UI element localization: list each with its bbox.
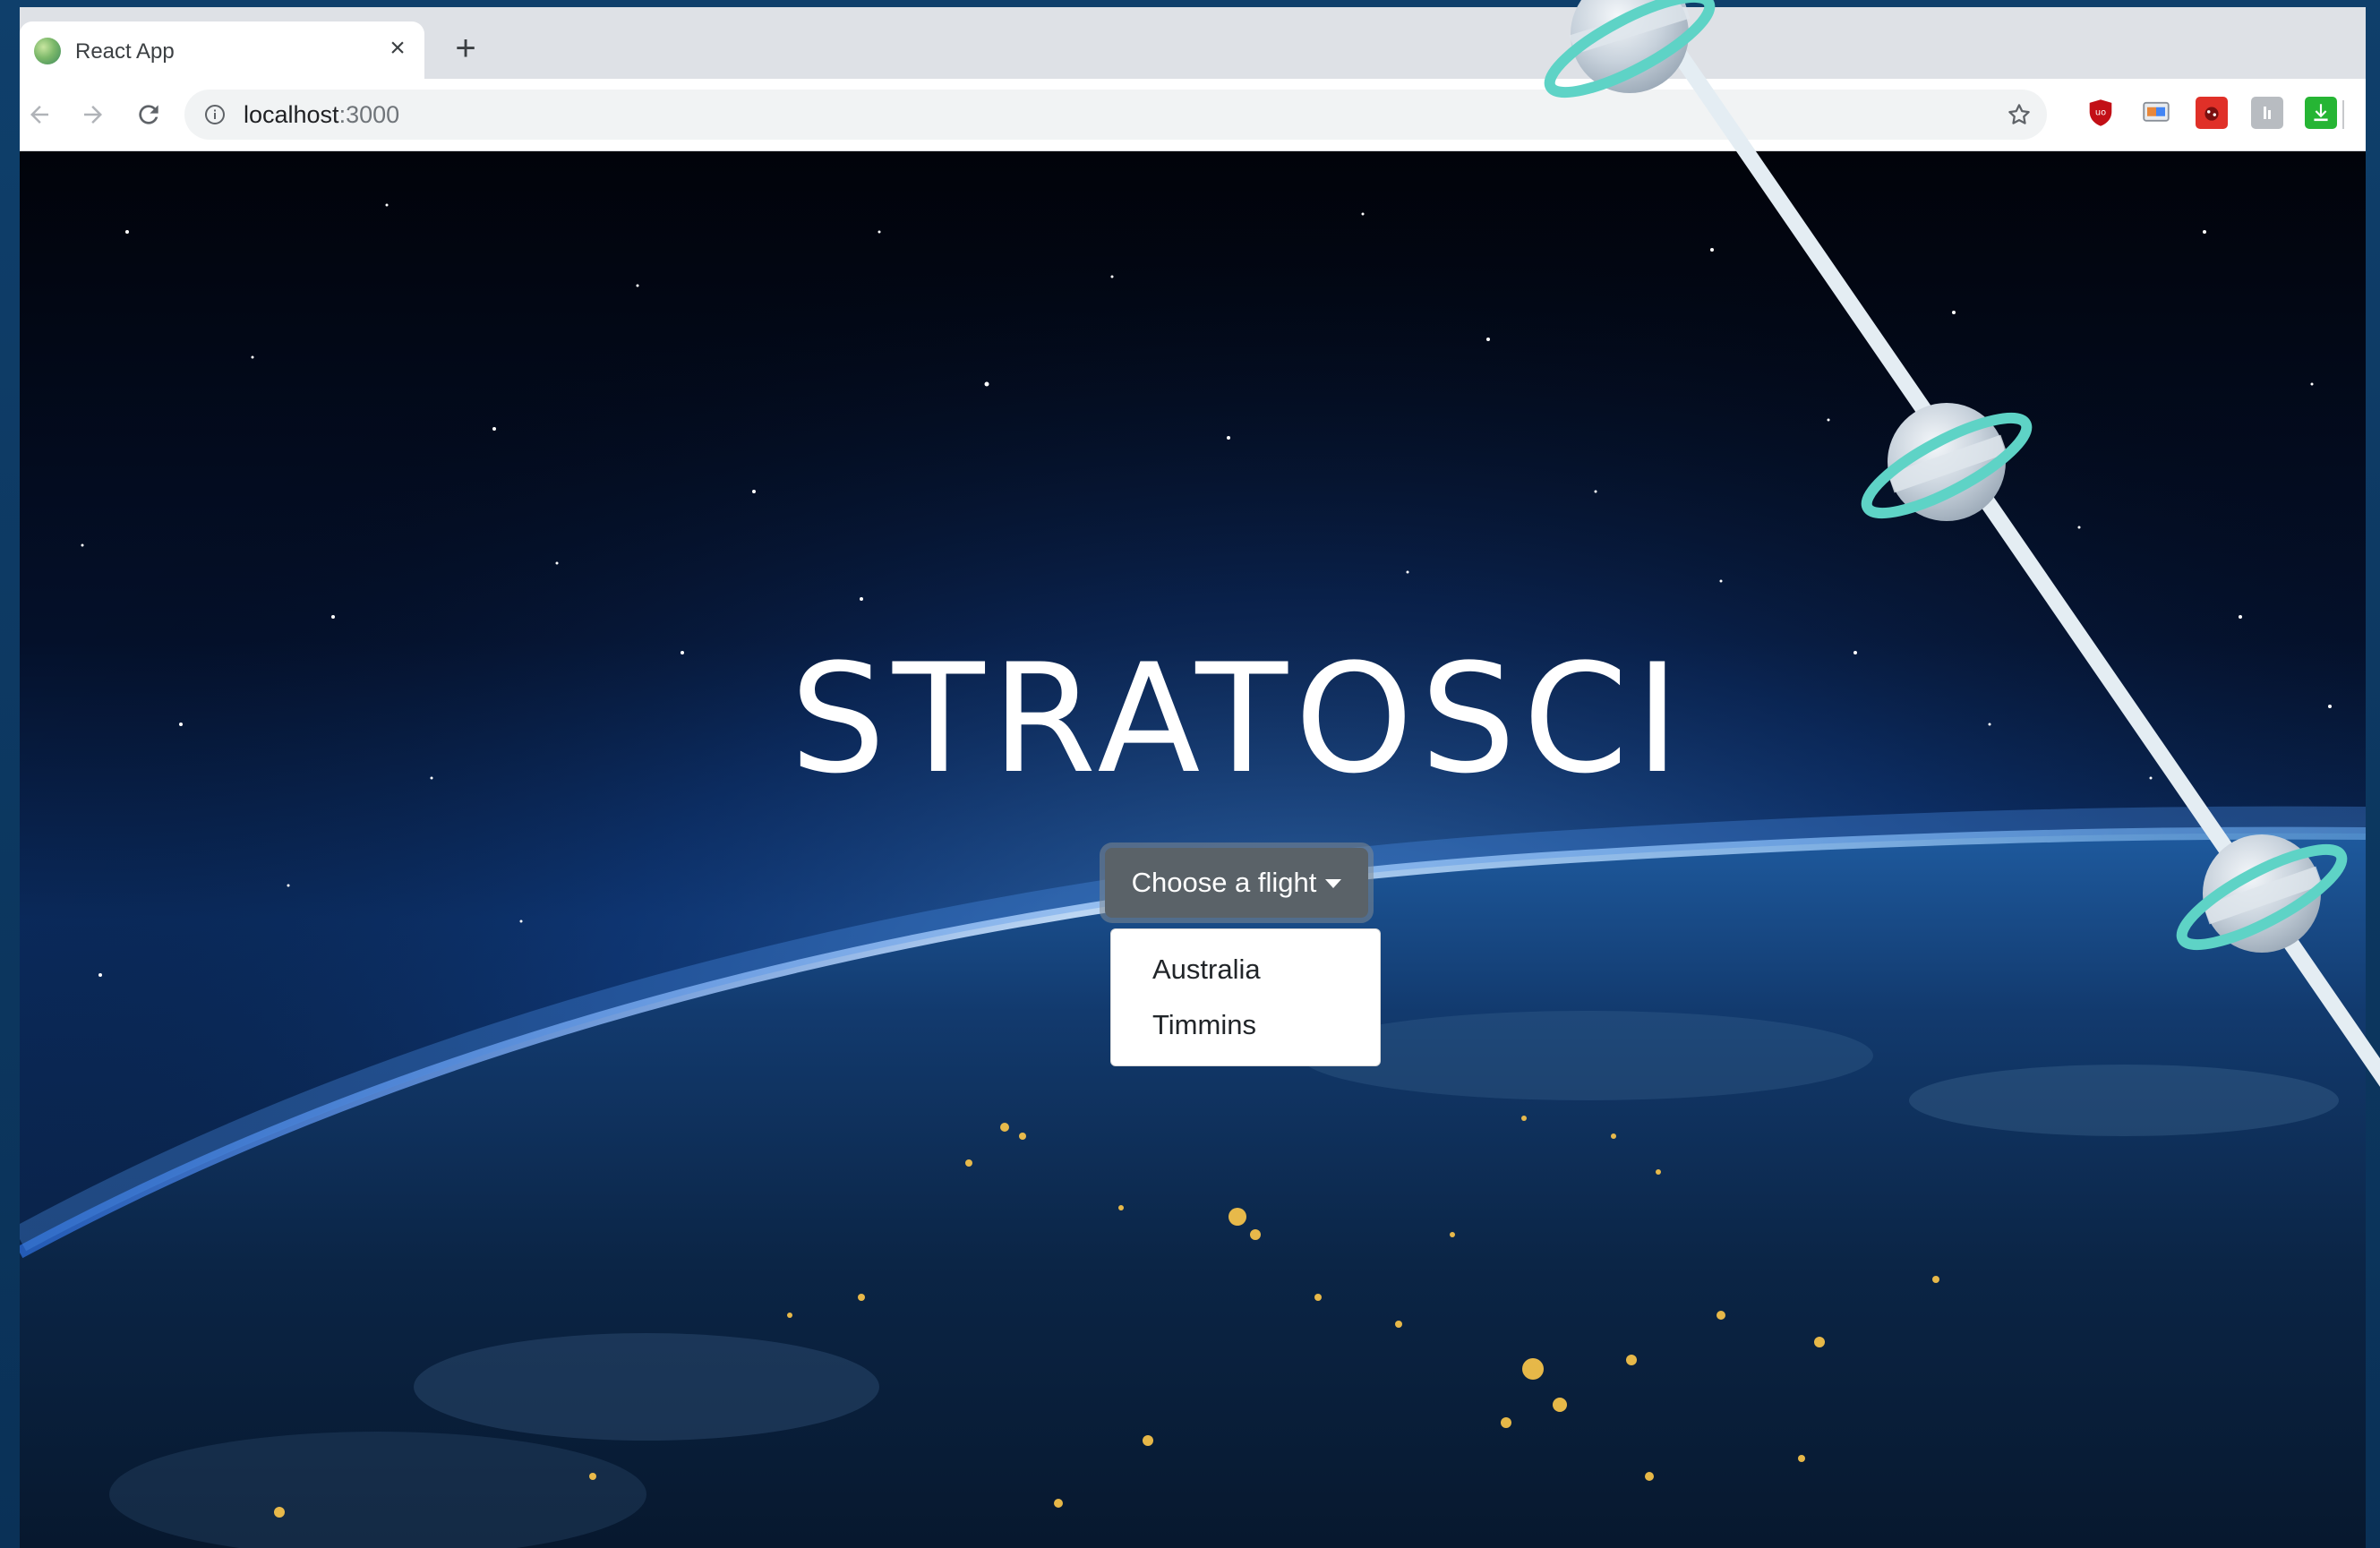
arrow-left-icon: [30, 106, 48, 124]
url-port: :3000: [338, 101, 400, 128]
tab-react-app[interactable]: React App ×: [20, 21, 424, 79]
arrow-right-icon: [84, 106, 102, 124]
choose-flight-dropdown-button[interactable]: Choose a flight: [1105, 848, 1368, 918]
browser-window: React App × + localhost:3000 uo STRATOSC…: [20, 7, 2366, 1548]
page-title: STRATOSCI: [790, 631, 1687, 807]
info-icon[interactable]: [204, 104, 226, 125]
desktop-background: React App × + localhost:3000 uo STRATOSC…: [0, 0, 2380, 1548]
screen-cast-icon: [2143, 101, 2170, 122]
tab-title: React App: [75, 39, 175, 64]
puzzle-icon: [2264, 107, 2271, 119]
tab-strip: React App × +: [20, 7, 2366, 79]
ladybug-icon[interactable]: [2196, 97, 2228, 129]
ublock-shield-icon: uo: [2089, 99, 2112, 126]
react-globe-icon: [34, 38, 61, 64]
page-viewport: STRATOSCI Choose a flight Australia Timm…: [20, 151, 2366, 1548]
gray-extension-icon[interactable]: [2251, 97, 2283, 129]
svg-text:uo: uo: [2095, 107, 2106, 117]
back-button[interactable]: [21, 97, 57, 133]
url-host: localhost: [244, 101, 339, 128]
caret-down-icon: [1325, 879, 1342, 888]
dropdown-button-label: Choose a flight: [1131, 867, 1317, 898]
dropdown-item-timmins[interactable]: Timmins: [1111, 997, 1380, 1053]
arrow-down-icon: [2314, 104, 2328, 122]
toolbar-divider: [2342, 100, 2344, 129]
dropdown-item-australia[interactable]: Australia: [1111, 942, 1380, 997]
cast-icon[interactable]: [2140, 97, 2172, 129]
ublock-icon[interactable]: uo: [2085, 97, 2117, 129]
new-tab-button[interactable]: +: [448, 30, 484, 66]
browser-toolbar: localhost:3000 uo: [20, 79, 2366, 151]
url-text[interactable]: localhost:3000: [244, 101, 399, 129]
bug-icon: [2204, 107, 2219, 121]
close-icon[interactable]: ×: [383, 34, 412, 63]
reload-icon: [139, 105, 158, 124]
download-icon[interactable]: [2305, 97, 2337, 129]
address-bar[interactable]: localhost:3000: [184, 90, 2047, 140]
flight-dropdown-menu: Australia Timmins: [1110, 928, 1381, 1066]
bookmark-star-icon[interactable]: [2006, 101, 2033, 128]
forward-button[interactable]: [75, 97, 111, 133]
reload-button[interactable]: [131, 97, 167, 133]
